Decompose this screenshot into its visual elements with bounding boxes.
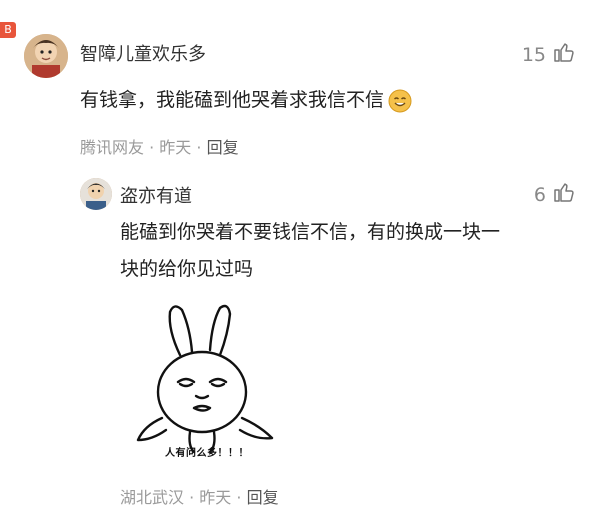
reply-location: 湖北武汉 xyxy=(120,488,185,507)
replier-avatar[interactable] xyxy=(80,178,112,210)
meta-separator: · xyxy=(149,138,155,157)
thumbs-up-icon xyxy=(552,40,576,69)
meta-separator: · xyxy=(236,488,242,507)
comment-location: 腾讯网友 xyxy=(80,138,145,157)
rabbit-meme-drawing xyxy=(136,304,274,454)
corner-badge: B xyxy=(0,22,16,38)
meta-separator: · xyxy=(196,138,202,157)
meme-image[interactable]: 人有问么多！！！ xyxy=(132,300,282,465)
replier-username[interactable]: 盗亦有道 xyxy=(120,182,192,208)
meme-caption: 人有问么多！！！ xyxy=(165,448,249,459)
reply-like-button[interactable]: 6 xyxy=(534,180,576,209)
reply-text-line: 能磕到你哭着不要钱信不信，有的换成一块一 xyxy=(120,221,501,243)
comment-reply-button[interactable]: 回复 xyxy=(207,138,239,157)
reply-time: 昨天 xyxy=(199,488,232,507)
comment-meta: 腾讯网友 · 昨天 · 回复 xyxy=(80,134,239,158)
reply-like-count: 6 xyxy=(533,183,546,206)
comment-time: 昨天 xyxy=(159,138,192,157)
comment-text: 有钱拿，我能磕到他哭着求我信不信 xyxy=(80,82,412,119)
thumbs-up-icon xyxy=(552,180,576,209)
commenter-avatar[interactable] xyxy=(24,34,68,78)
meta-separator: · xyxy=(189,488,195,507)
smile-emoji-icon xyxy=(388,89,412,113)
reply-text-line: 块的给你见过吗 xyxy=(120,258,254,280)
reply-text: 能磕到你哭着不要钱信不信，有的换成一块一 块的给你见过吗 xyxy=(120,214,570,288)
comment-text-body: 有钱拿，我能磕到他哭着求我信不信 xyxy=(80,89,385,111)
commenter-username[interactable]: 智障儿童欢乐多 xyxy=(80,40,206,66)
reply-reply-button[interactable]: 回复 xyxy=(247,488,279,507)
reply-meta: 湖北武汉 · 昨天 · 回复 xyxy=(120,484,279,508)
comment-like-count: 15 xyxy=(521,43,546,66)
comment-like-button[interactable]: 15 xyxy=(522,40,576,69)
